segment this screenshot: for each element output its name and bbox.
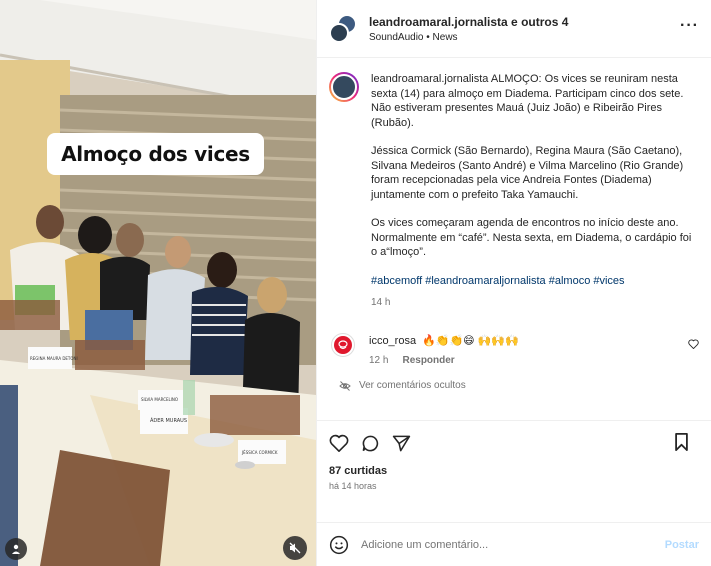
comment-item: icco_rosa 🔥👏👏😄 🙌🙌🙌 12 h Responder [329, 332, 699, 366]
caption-username[interactable]: leandroamaral.jornalista [371, 73, 488, 85]
hidden-comments-label: Ver comentários ocultos [359, 380, 466, 391]
place-card-3: ÁDER MURAUS [150, 417, 187, 424]
like-comment-heart-icon[interactable] [688, 338, 699, 349]
add-comment-bar: Postar [317, 522, 711, 566]
comment-text: 🔥👏👏😄 🙌🙌🙌 [422, 334, 519, 347]
save-bookmark-icon[interactable] [674, 433, 689, 451]
place-card-2: SILVIA MARCELINO [141, 397, 178, 402]
icco-logo-icon [338, 339, 348, 349]
user-icon [12, 544, 20, 554]
reply-button[interactable]: Responder [402, 355, 454, 366]
share-paper-plane-icon[interactable] [392, 434, 411, 453]
place-card-1: REGINA MAURA DETONI [30, 356, 78, 361]
more-options-icon[interactable]: ··· [680, 18, 699, 34]
comment-username[interactable]: icco_rosa [369, 335, 416, 347]
muted-speaker-icon [289, 542, 301, 554]
emoji-icon[interactable] [329, 535, 349, 555]
post-media[interactable]: REGINA MAURA DETONI SILVIA MARCELINO ÁDE… [0, 0, 316, 566]
comment-input[interactable] [361, 538, 665, 551]
post-authors[interactable]: leandroamaral.jornalista e outros 4 [369, 15, 568, 29]
post-time[interactable]: há 14 horas [329, 481, 699, 491]
caption-hashtags[interactable]: #abcemoff #leandroamaraljornalista #almo… [371, 274, 699, 289]
comment-time[interactable]: 12 h [369, 355, 388, 366]
author-avatar[interactable] [329, 72, 359, 102]
hidden-comments-toggle[interactable]: Ver comentários ocultos [329, 380, 699, 392]
place-card-4: JÉSSICA CORMICK [241, 450, 278, 455]
avatar [329, 22, 349, 43]
caption-time[interactable]: 14 h [371, 296, 699, 311]
likes-count[interactable]: 87 curtidas [329, 465, 699, 477]
tagged-users-button[interactable] [5, 538, 27, 560]
caption-block: leandroamaral.jornalista ALMOÇO: Os vice… [329, 72, 699, 311]
group-photo: REGINA MAURA DETONI SILVIA MARCELINO ÁDE… [0, 0, 316, 566]
collab-avatars[interactable] [329, 13, 359, 44]
comments-section: leandroamaral.jornalista ALMOÇO: Os vice… [317, 58, 711, 420]
post-actions: 87 curtidas há 14 horas [317, 420, 711, 522]
mute-button[interactable] [283, 536, 307, 560]
like-heart-icon[interactable] [329, 434, 349, 452]
eye-off-icon [339, 380, 351, 391]
caption-paragraph-2: Jéssica Cormick (São Bernardo), Regina M… [371, 145, 684, 201]
video-overlay-title: Almoço dos vices [47, 133, 264, 175]
commenter-avatar[interactable] [331, 332, 355, 357]
post-comment-button[interactable]: Postar [665, 539, 699, 551]
audio-label[interactable]: SoundAudio • News [369, 32, 568, 43]
post-header: leandroamaral.jornalista e outros 4 Soun… [317, 0, 711, 58]
caption-paragraph-3: Os vices começaram agenda de encontros n… [371, 217, 692, 258]
post-panel: leandroamaral.jornalista e outros 4 Soun… [316, 0, 711, 566]
comment-bubble-icon[interactable] [361, 434, 380, 453]
